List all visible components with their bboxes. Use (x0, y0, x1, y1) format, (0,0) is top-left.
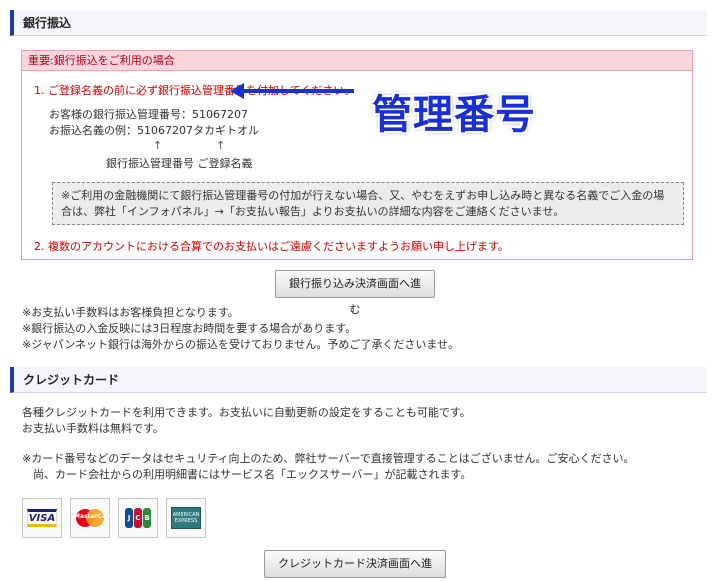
arrow-up-icon: ↑ (216, 139, 226, 152)
notice-title: 重要:銀行振込をご利用の場合 (22, 51, 692, 71)
mastercard-icon: MasterCard (74, 508, 113, 528)
jcb-logo: J C B (118, 498, 158, 538)
annotation-arrow (230, 83, 354, 99)
mastercard-logo: MasterCard (70, 498, 113, 538)
arrow-left-icon (230, 83, 244, 99)
visa-logo: VISA (22, 498, 62, 538)
card-security-line-1: ※カード番号などのデータはセキュリティ向上のため、弊社サーバーで直接管理すること… (22, 452, 635, 465)
credit-card-heading: クレジットカード (10, 367, 707, 393)
note-fee: ※お支払い手数料はお客様負担となります。 (22, 306, 239, 319)
important-notice-box: 重要:銀行振込をご利用の場合 1. ご登録名義の前に必ず銀行振込管理番号を付加し… (21, 50, 693, 260)
visa-icon: VISA (27, 509, 57, 527)
card-security-line-2: 尚、カード会社からの利用明細書にはサービス名「エックスサーバー」が記載されます。 (22, 468, 472, 481)
management-number-line: お客様の銀行振込管理番号：51067207 (49, 108, 248, 121)
label-management-number: 銀行振込管理番号 (106, 157, 194, 170)
card-intro: 各種クレジットカードを利用できます。お支払いに自動更新の設定をすることも可能です… (22, 405, 471, 437)
card-logos: VISA MasterCard J C B AMERICAN EXPRESS (22, 498, 206, 538)
bank-notes: ※お支払い手数料はお客様負担となります。 ※銀行振込の入金反映には3日程度お時間… (22, 305, 459, 353)
sample-labels: 銀行振込管理番号 ご登録名義 (106, 155, 253, 171)
amex-logo: AMERICAN EXPRESS (166, 498, 206, 538)
card-security-note: ※カード番号などのデータはセキュリティ向上のため、弊社サーバーで直接管理すること… (22, 451, 634, 483)
jcb-icon: J C B (125, 508, 151, 528)
bank-transfer-button[interactable]: 銀行振り込み決済画面へ進む (275, 270, 435, 316)
credit-card-button[interactable]: クレジットカード決済画面へ進む (264, 550, 446, 578)
card-intro-line-1: 各種クレジットカードを利用できます。お支払いに自動更新の設定をすることも可能です… (22, 406, 471, 419)
annotation-label: 管理番号 (372, 92, 536, 138)
sample-block: お客様の銀行振込管理番号：51067207 お振込名義の例：51067207タカ… (49, 107, 259, 139)
label-registered-name: ご登録名義 (197, 157, 253, 170)
bank-transfer-heading: 銀行振込 (10, 10, 707, 36)
amex-icon: AMERICAN EXPRESS (171, 507, 201, 529)
annotation-line (244, 89, 354, 93)
gray-note: ※ご利用の金融機関にて銀行振込管理番号の付加が行えない場合、又、やむをえずお申し… (52, 182, 684, 225)
note-reflection: ※銀行振込の入金反映には3日程度お時間を要する場合があります。 (22, 322, 357, 335)
card-intro-line-2: お支払い手数料は無料です。 (22, 422, 164, 435)
arrow-up-icon: ↑ (153, 139, 163, 152)
transfer-name-example: お振込名義の例：51067207タカギトオル (49, 124, 259, 137)
notice-item-2: 2. 複数のアカウントにおける合算でのお支払いはご遠慮くださいますようお願い申し… (34, 240, 509, 253)
note-japannet: ※ジャパンネット銀行は海外からの振込を受けておりません。予めご了承くださいませ。 (22, 338, 460, 351)
